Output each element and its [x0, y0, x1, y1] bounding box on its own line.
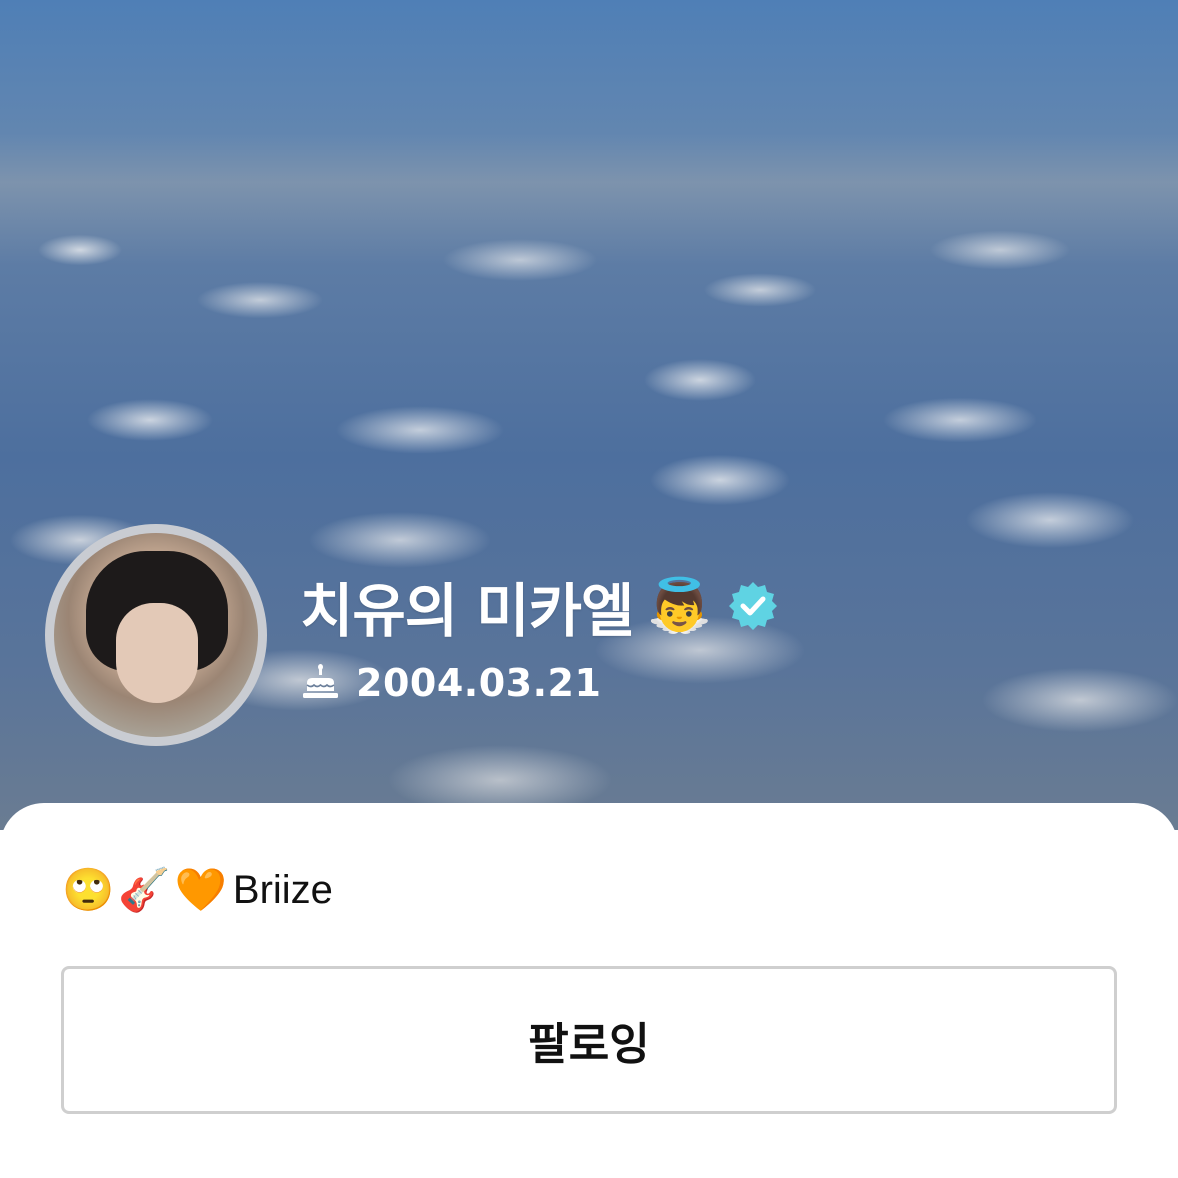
bio: 🙄 🎸 🧡 Briize — [62, 860, 333, 920]
avatar-photo — [54, 533, 258, 737]
birthday-row: 2004.03.21 — [300, 658, 601, 708]
avatar-face — [116, 603, 198, 703]
cake-icon — [303, 664, 338, 698]
verified-badge-icon — [729, 582, 778, 630]
guitar-emoji: 🎸 — [118, 865, 171, 914]
following-button[interactable]: 팔로잉 — [61, 966, 1117, 1114]
profile-sheet: 🙄 🎸 🧡 Briize 팔로잉 — [0, 803, 1178, 1178]
profile-name-row: 치유의 미카엘 👼 — [300, 570, 780, 645]
orange-heart-emoji: 🧡 — [174, 865, 227, 914]
eye-roll-emoji: 🙄 — [62, 865, 115, 914]
angel-emoji: 👼 — [647, 576, 713, 636]
avatar[interactable] — [45, 524, 267, 746]
display-name: 치유의 미카엘 — [300, 577, 634, 645]
birthday-text: 2004.03.21 — [356, 661, 602, 705]
bio-text: Briize — [232, 867, 333, 912]
following-button-label: 팔로잉 — [528, 1019, 650, 1070]
